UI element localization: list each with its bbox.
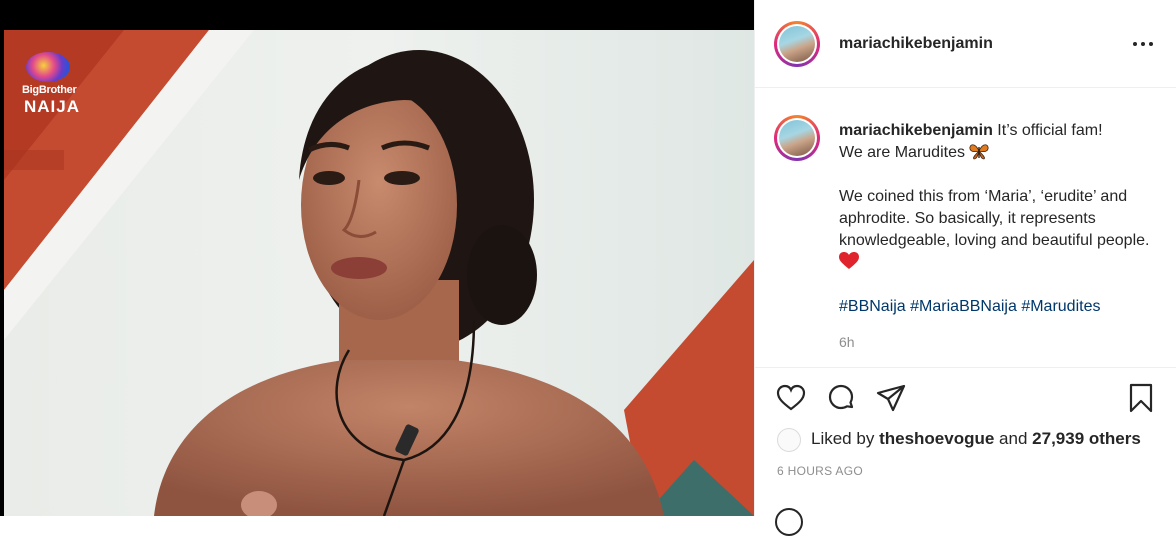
likes-summary: Liked by theshoevogue and 27,939 others	[755, 428, 1176, 456]
heart-icon[interactable]	[775, 382, 807, 414]
caption-section: mariachikebenjamin It’s official fam! We…	[755, 88, 1176, 368]
red-heart-icon	[839, 252, 859, 269]
emoji-icon[interactable]	[775, 508, 803, 536]
more-options-icon[interactable]	[1131, 34, 1155, 54]
caption-avatar[interactable]	[774, 115, 820, 161]
caption-username[interactable]: mariachikebenjamin	[839, 122, 993, 139]
caption-time-ago: 6h	[839, 334, 855, 350]
bbnaija-eye-icon	[26, 52, 70, 82]
comment-icon[interactable]	[825, 382, 857, 414]
hashtag-link[interactable]: #BBNaija	[839, 298, 906, 315]
post-media[interactable]: BigBrother NAIJA	[0, 0, 754, 516]
caption-paragraph: We coined this from ‘Maria’, ‘erudite’ a…	[839, 188, 1150, 249]
share-icon[interactable]	[875, 382, 907, 414]
action-bar	[755, 368, 1176, 428]
post-sidebar: mariachikebenjamin mariachikebenjamin It…	[754, 0, 1176, 536]
liker-username[interactable]: theshoevogue	[879, 429, 994, 448]
likes-prefix: Liked by	[811, 429, 875, 448]
bookmark-icon[interactable]	[1125, 382, 1157, 414]
caption-line1: It’s official fam!	[997, 122, 1103, 139]
caption-line2: We are Marudites	[839, 144, 965, 161]
likes-text: Liked by theshoevogue and 27,939 others	[811, 429, 1141, 449]
butterfly-icon	[969, 144, 989, 160]
bbnaija-logo: BigBrother NAIJA	[22, 52, 86, 122]
logo-text-top: BigBrother	[22, 84, 77, 96]
author-username[interactable]: mariachikebenjamin	[839, 35, 993, 53]
logo-text-bottom: NAIJA	[24, 97, 81, 116]
hashtag-link[interactable]: #MariaBBNaija	[910, 298, 1017, 315]
liker-avatar[interactable]	[777, 428, 801, 452]
media-top-bar	[0, 0, 754, 30]
likes-and: and	[999, 429, 1028, 448]
caption-text: mariachikebenjamin It’s official fam! We…	[839, 120, 1159, 318]
post-photo[interactable]: BigBrother NAIJA	[4, 30, 754, 516]
likes-count[interactable]: 27,939 others	[1032, 429, 1141, 448]
post-header: mariachikebenjamin	[755, 0, 1176, 88]
hashtag-link[interactable]: #Marudites	[1021, 298, 1100, 315]
author-avatar[interactable]	[774, 21, 820, 67]
post-timestamp: 6 HOURS AGO	[777, 464, 863, 478]
